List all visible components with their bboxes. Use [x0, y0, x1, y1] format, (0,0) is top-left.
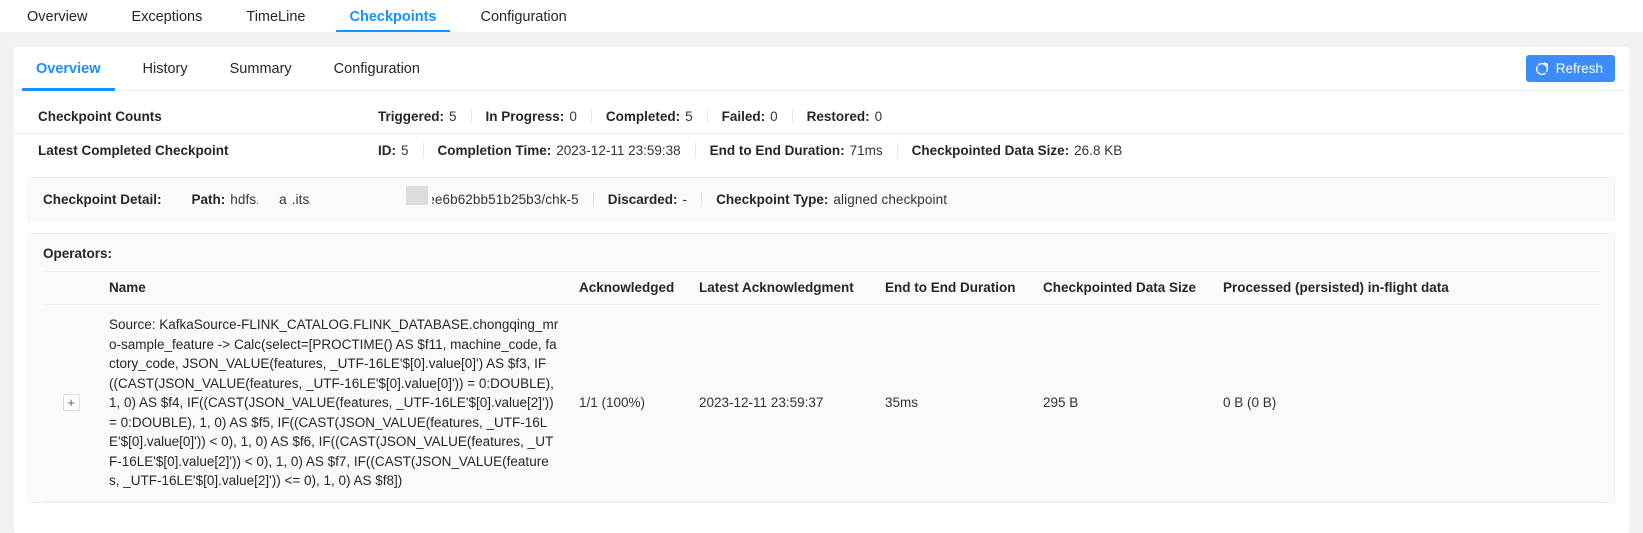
subtab-overview[interactable]: Overview [22, 47, 115, 91]
table-row: + Source: KafkaSource-FLINK_CATALOG.FLIN… [43, 304, 1600, 502]
cell-in-flight-data: 0 B (0 B) [1213, 304, 1600, 502]
count-failed-value: 0 [770, 108, 778, 124]
checkpoint-counts-title: Checkpoint Counts [38, 108, 162, 124]
checkpoint-path-label: Path: [191, 191, 226, 207]
checkpoint-discarded: Discarded: - [608, 192, 687, 207]
checkpoint-detail-label: Checkpoint Detail: [43, 191, 162, 207]
expand-plus-icon[interactable]: + [62, 394, 80, 412]
column-header-end-to-end-duration[interactable]: End to End Duration [875, 271, 1033, 305]
latest-checkpointed-data-size-value: 26.8 KB [1074, 143, 1123, 158]
count-completed: Completed: 5 [590, 108, 707, 124]
count-restored: Restored: 0 [791, 108, 897, 124]
latest-checkpointed-data-size: Checkpointed Data Size: 26.8 KB [896, 143, 1137, 158]
detail-divider-1 [592, 192, 594, 206]
operator-name-text: Source: KafkaSource-FLINK_CATALOG.FLINK_… [109, 317, 559, 488]
detail-divider-2 [701, 192, 703, 206]
count-in-progress-label: In Progress: [485, 108, 565, 124]
latest-completion-time: Completion Time: 2023-12-11 23:59:38 [422, 143, 695, 158]
latest-completed-title: Latest Completed Checkpoint [38, 143, 229, 158]
latest-end-to-end-duration-value: 71ms [849, 143, 883, 158]
column-header-latest-acknowledgment[interactable]: Latest Acknowledgment [689, 271, 875, 305]
column-header-in-flight-data[interactable]: Processed (persisted) in-flight data [1213, 271, 1600, 305]
latest-id: ID: 5 [378, 143, 423, 158]
column-header-acknowledged[interactable]: Acknowledged [569, 271, 689, 305]
count-triggered: Triggered: 5 [378, 109, 471, 124]
count-restored-label: Restored: [806, 108, 870, 124]
checkpoint-counts-values: Triggered: 5 In Progress: 0 Completed: 5… [378, 108, 897, 124]
row-expand-cell: + [43, 304, 99, 502]
latest-completed-checkpoint-row: Latest Completed Checkpoint ID: 5 Comple… [14, 133, 1629, 167]
latest-id-label: ID: [378, 143, 396, 158]
count-restored-value: 0 [874, 108, 883, 124]
tab-configuration[interactable]: Configuration [468, 9, 580, 34]
tab-exceptions[interactable]: Exceptions [118, 9, 215, 34]
cell-operator-name: Source: KafkaSource-FLINK_CATALOG.FLINK_… [99, 304, 569, 502]
count-triggered-label: Triggered: [378, 108, 445, 124]
refresh-icon [1535, 61, 1549, 76]
checkpoint-discarded-value: - [682, 191, 688, 207]
column-header-checkpointed-data-size[interactable]: Checkpointed Data Size [1033, 271, 1213, 305]
subtab-history[interactable]: History [129, 47, 202, 91]
column-header-name[interactable]: Name [99, 271, 569, 305]
latest-checkpointed-data-size-label: Checkpointed Data Size: [911, 143, 1070, 158]
count-in-progress-value: 0 [569, 108, 577, 124]
topbar-divider [0, 32, 1643, 33]
count-in-progress: In Progress: 0 [470, 108, 591, 124]
latest-end-to-end-duration: End to End Duration: 71ms [694, 143, 897, 158]
checkpoint-path: Path: hdfs.//ma .its/94f427ffaf5e36184ee… [191, 185, 579, 207]
checkpoints-subtabbar: Overview History Summary Configuration R… [14, 47, 1629, 91]
content-wrapper: Overview History Summary Configuration R… [0, 33, 1643, 533]
tab-timeline[interactable]: TimeLine [233, 9, 318, 34]
operators-table-body: + Source: KafkaSource-FLINK_CATALOG.FLIN… [43, 304, 1600, 502]
checkpoint-counts-row: Checkpoint Counts Triggered: 5 In Progre… [14, 99, 1629, 133]
operators-label: Operators: [43, 246, 113, 261]
latest-completed-values: ID: 5 Completion Time: 2023-12-11 23:59:… [378, 143, 1136, 158]
tab-overview[interactable]: Overview [14, 9, 100, 34]
cell-latest-acknowledgment: 2023-12-11 23:59:37 [689, 304, 875, 502]
count-completed-value: 5 [685, 108, 693, 124]
checkpoint-type-value: aligned checkpoint [833, 191, 948, 207]
operators-table-head: Name Acknowledged Latest Acknowledgment … [43, 271, 1600, 305]
checkpoint-path-suffix: .its/94f427ffaf5e36184ee6b62bb51b25b3/ch… [291, 191, 579, 207]
operators-table: Name Acknowledged Latest Acknowledgment … [43, 271, 1600, 502]
checkpoints-subtabs: Overview History Summary Configuration [22, 47, 448, 91]
operators-panel: Operators: Name Acknowledged Latest Ackn… [28, 233, 1615, 503]
checkpoints-page: Overview Exceptions TimeLine Checkpoints… [0, 0, 1643, 533]
cell-checkpointed-data-size: 295 B [1033, 304, 1213, 502]
count-failed-label: Failed: [721, 108, 766, 124]
count-failed: Failed: 0 [706, 108, 792, 124]
checkpoint-type-label: Checkpoint Type: [716, 191, 829, 207]
checkpoint-path-prefix: hdfs.//ma [230, 191, 287, 207]
refresh-button-label: Refresh [1555, 61, 1603, 76]
column-header-expand [43, 271, 99, 305]
tab-checkpoints[interactable]: Checkpoints [336, 9, 450, 34]
count-completed-label: Completed: [605, 108, 681, 124]
checkpoint-discarded-label: Discarded: [607, 191, 678, 207]
cell-acknowledged: 1/1 (100%) [569, 304, 689, 502]
job-top-tabbar: Overview Exceptions TimeLine Checkpoints… [0, 0, 1643, 33]
subtab-summary[interactable]: Summary [216, 47, 306, 91]
latest-end-to-end-duration-label: End to End Duration: [709, 143, 845, 158]
count-triggered-value: 5 [449, 108, 457, 124]
checkpoint-type: Checkpoint Type: aligned checkpoint [716, 192, 947, 207]
latest-completion-time-label: Completion Time: [437, 143, 552, 158]
cell-end-to-end-duration: 35ms [875, 304, 1033, 502]
subtab-configuration[interactable]: Configuration [320, 47, 434, 91]
latest-completion-time-value: 2023-12-11 23:59:38 [556, 143, 681, 158]
checkpoint-detail-panel: Checkpoint Detail: Path: hdfs.//ma .its/… [28, 177, 1615, 221]
checkpoints-card: Overview History Summary Configuration R… [14, 47, 1629, 533]
latest-id-value: 5 [401, 143, 409, 158]
job-top-tabs: Overview Exceptions TimeLine Checkpoints… [14, 0, 598, 33]
operators-header-row: Name Acknowledged Latest Acknowledgment … [43, 271, 1600, 305]
refresh-button[interactable]: Refresh [1525, 55, 1615, 82]
